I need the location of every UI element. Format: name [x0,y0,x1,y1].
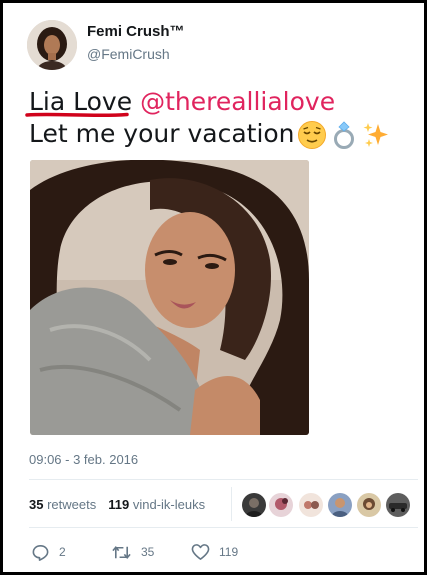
liker-avatar-5[interactable] [357,493,381,517]
timestamp[interactable]: 09:06 - 3 feb. 2016 [29,452,138,467]
liker-avatar-2[interactable] [269,493,293,517]
tweet-name-text: Lia Love [29,87,133,116]
tweet-card: Femi Crush™ @FemiCrush Lia Love @thereal… [0,0,427,575]
avatar[interactable] [27,20,77,70]
portrait-photo-icon [30,160,309,435]
liker-avatar-6[interactable] [386,493,410,517]
liker-avatar-3[interactable] [299,493,323,517]
avatar-6-icon [386,493,410,517]
tweet-line-2: Let me your vacation [29,118,419,150]
avatar-2-icon [269,493,293,517]
retweets-label[interactable]: retweets [47,497,96,512]
relieved-face-icon [297,121,326,149]
tweet-photo[interactable] [30,160,309,435]
engagement-stats: 35 retweets 119 vind-ik-leuks [29,497,205,512]
mention-link[interactable]: @thereallialove [140,87,335,116]
likes-label[interactable]: vind-ik-leuks [133,497,205,512]
heart-icon [191,544,210,560]
divider-top [29,479,418,480]
reply-icon [32,544,49,561]
likes-count[interactable]: 119 [108,497,129,512]
retweet-count: 35 [141,545,155,559]
like-button[interactable]: 119 [191,541,238,563]
stats-separator [231,487,232,521]
avatar-3-icon [299,493,323,517]
liker-avatar-4[interactable] [328,493,352,517]
profile-photo-icon [27,20,77,70]
reply-button[interactable]: 2 [31,541,66,563]
liker-avatar-1[interactable] [242,493,266,517]
tweet-line2-text: Let me your vacation [29,119,295,148]
user-handle[interactable]: @FemiCrush [87,46,170,62]
tweet-text: Lia Love @thereallialove Let me your vac… [29,86,419,150]
display-name[interactable]: Femi Crush™ [87,23,185,40]
sparkles-icon [363,123,388,147]
tweet-line-1: Lia Love @thereallialove [29,86,419,118]
retweet-icon [112,545,131,559]
retweets-count[interactable]: 35 [29,497,43,512]
reply-count: 2 [59,545,66,559]
divider-bottom [29,527,418,528]
like-count: 119 [219,545,239,559]
avatar-1-icon [242,493,266,517]
retweet-button[interactable]: 35 [111,541,154,563]
avatar-5-icon [357,493,381,517]
avatar-4-icon [328,493,352,517]
ring-icon [333,121,354,149]
